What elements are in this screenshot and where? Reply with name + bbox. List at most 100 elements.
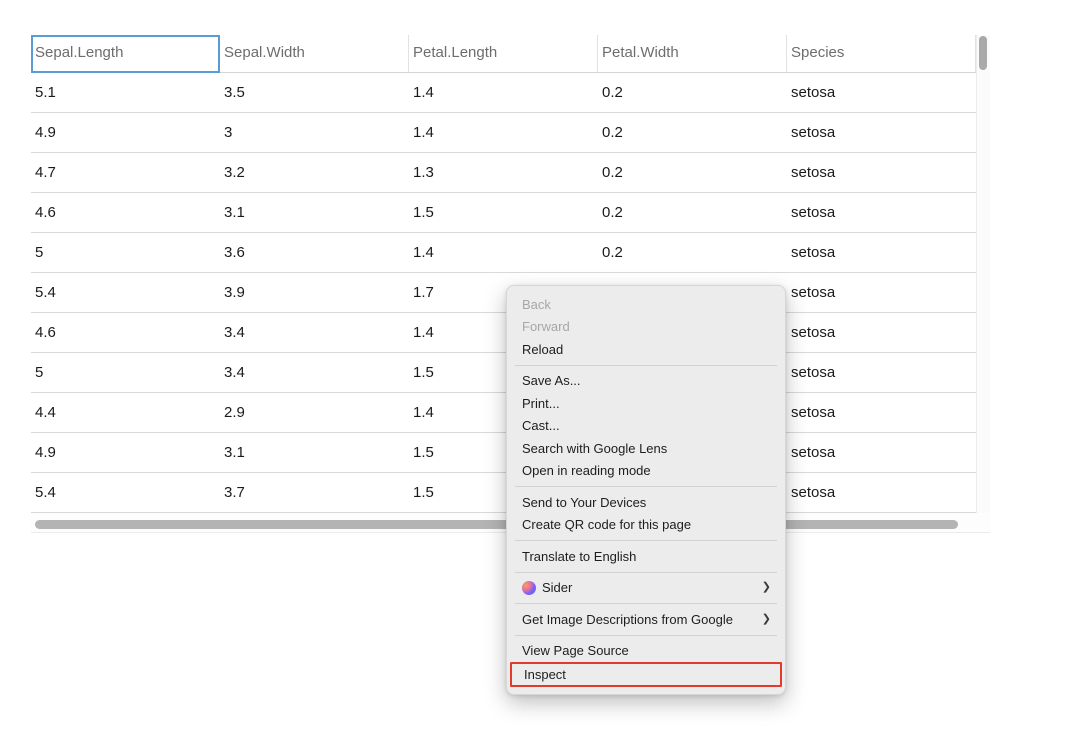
menu-item-send-to-your-devices[interactable]: Send to Your Devices xyxy=(507,491,785,514)
menu-item-label: Create QR code for this page xyxy=(522,517,691,532)
table-cell: 0.2 xyxy=(598,73,787,112)
menu-item-label: Search with Google Lens xyxy=(522,441,667,456)
menu-item-label: Print... xyxy=(522,396,560,411)
menu-item-search-with-google-lens[interactable]: Search with Google Lens xyxy=(507,437,785,460)
menu-separator xyxy=(515,603,777,604)
menu-item-reload[interactable]: Reload xyxy=(507,338,785,361)
table-cell: 3.1 xyxy=(220,433,409,472)
vertical-scrollbar-thumb[interactable] xyxy=(979,36,987,70)
table-cell: setosa xyxy=(787,153,976,192)
menu-separator xyxy=(515,486,777,487)
menu-item-open-in-reading-mode[interactable]: Open in reading mode xyxy=(507,460,785,483)
table-row: 5.13.51.40.2setosa xyxy=(31,73,976,113)
table-cell: 3.7 xyxy=(220,473,409,512)
page: Sepal.LengthSepal.WidthPetal.LengthPetal… xyxy=(0,0,1065,737)
table-cell: 1.4 xyxy=(409,73,598,112)
menu-item-label: Inspect xyxy=(524,667,566,682)
table-cell: 4.6 xyxy=(31,313,220,352)
table-header-row: Sepal.LengthSepal.WidthPetal.LengthPetal… xyxy=(31,35,976,73)
menu-item-inspect[interactable]: Inspect xyxy=(510,662,782,687)
menu-item-sider[interactable]: Sider ❯ xyxy=(507,577,785,600)
table-row: 5.43.71.50.2setosa xyxy=(31,473,976,513)
table-row: 53.41.50.2setosa xyxy=(31,353,976,393)
table-cell: 3.5 xyxy=(220,73,409,112)
table-cell: setosa xyxy=(787,193,976,232)
menu-item-label: Get Image Descriptions from Google xyxy=(522,612,733,627)
table-cell: 3.1 xyxy=(220,193,409,232)
table-cell: setosa xyxy=(787,233,976,272)
table-row: 5.43.91.70.4setosa xyxy=(31,273,976,313)
column-header-sepal-length[interactable]: Sepal.Length xyxy=(31,35,220,73)
table-cell: 5 xyxy=(31,233,220,272)
context-menu: Back Forward Reload Save As... Print... Cast.… xyxy=(506,285,786,695)
menu-item-create-qr-code-for-this-page[interactable]: Create QR code for this page xyxy=(507,514,785,537)
table-cell: setosa xyxy=(787,273,976,312)
table-cell: 3.4 xyxy=(220,353,409,392)
table-cell: setosa xyxy=(787,313,976,352)
table-row: 4.73.21.30.2setosa xyxy=(31,153,976,193)
table-cell: 5.4 xyxy=(31,473,220,512)
menu-item-label: Forward xyxy=(522,319,570,334)
menu-item-save-as[interactable]: Save As... xyxy=(507,370,785,393)
menu-item-label: Sider xyxy=(542,580,572,595)
menu-separator xyxy=(515,540,777,541)
menu-item-view-page-source[interactable]: View Page Source xyxy=(507,640,785,663)
table-cell: setosa xyxy=(787,353,976,392)
table-row: 4.931.40.2setosa xyxy=(31,113,976,153)
menu-item-back: Back xyxy=(507,293,785,316)
table-cell: 3 xyxy=(220,113,409,152)
table-row: 53.61.40.2setosa xyxy=(31,233,976,273)
table-cell: 1.5 xyxy=(409,193,598,232)
column-header-petal-width[interactable]: Petal.Width xyxy=(598,35,787,73)
table-cell: setosa xyxy=(787,393,976,432)
menu-item-cast[interactable]: Cast... xyxy=(507,415,785,438)
table-row: 4.63.41.40.3setosa xyxy=(31,313,976,353)
table-cell: 2.9 xyxy=(220,393,409,432)
table-body: 5.13.51.40.2setosa4.931.40.2setosa4.73.2… xyxy=(31,73,976,513)
table-cell: setosa xyxy=(787,473,976,512)
table-cell: setosa xyxy=(787,433,976,472)
menu-separator xyxy=(515,572,777,573)
menu-item-get-image-descriptions-from-google[interactable]: Get Image Descriptions from Google❯ xyxy=(507,608,785,631)
column-header-sepal-width[interactable]: Sepal.Width xyxy=(220,35,409,73)
sider-brain-icon xyxy=(522,581,536,595)
table-cell: 3.4 xyxy=(220,313,409,352)
table-cell: 5.1 xyxy=(31,73,220,112)
menu-item-label: Send to Your Devices xyxy=(522,495,646,510)
table-cell: 1.4 xyxy=(409,113,598,152)
table-cell: 4.9 xyxy=(31,433,220,472)
vertical-scrollbar[interactable] xyxy=(976,35,990,513)
menu-item-label: Save As... xyxy=(522,373,581,388)
menu-separator xyxy=(515,635,777,636)
table-cell: 3.2 xyxy=(220,153,409,192)
table-cell: 4.6 xyxy=(31,193,220,232)
menu-item-label: Reload xyxy=(522,342,563,357)
table-cell: setosa xyxy=(787,73,976,112)
menu-item-print[interactable]: Print... xyxy=(507,392,785,415)
table-row: 4.93.11.50.1setosa xyxy=(31,433,976,473)
submenu-chevron-icon: ❯ xyxy=(762,582,771,593)
table-cell: 4.4 xyxy=(31,393,220,432)
column-header-petal-length[interactable]: Petal.Length xyxy=(409,35,598,73)
table-cell: 4.7 xyxy=(31,153,220,192)
table-cell: 0.2 xyxy=(598,153,787,192)
menu-item-translate-to-english[interactable]: Translate to English xyxy=(507,545,785,568)
menu-item-forward: Forward xyxy=(507,316,785,339)
table-row: 4.63.11.50.2setosa xyxy=(31,193,976,233)
table-cell: 0.2 xyxy=(598,233,787,272)
table-cell: 5.4 xyxy=(31,273,220,312)
table-row: 4.42.91.40.2setosa xyxy=(31,393,976,433)
table-cell: 5 xyxy=(31,353,220,392)
menu-item-label: View Page Source xyxy=(522,643,629,658)
table-cell: 3.9 xyxy=(220,273,409,312)
menu-separator xyxy=(515,365,777,366)
menu-item-label: Cast... xyxy=(522,418,560,433)
table-cell: 0.2 xyxy=(598,193,787,232)
horizontal-scrollbar-thumb[interactable] xyxy=(35,520,958,529)
column-header-species[interactable]: Species xyxy=(787,35,976,73)
table-cell: setosa xyxy=(787,113,976,152)
menu-item-label: Back xyxy=(522,297,551,312)
menu-item-label: Translate to English xyxy=(522,549,636,564)
table-cell: 0.2 xyxy=(598,113,787,152)
table-cell: 1.3 xyxy=(409,153,598,192)
